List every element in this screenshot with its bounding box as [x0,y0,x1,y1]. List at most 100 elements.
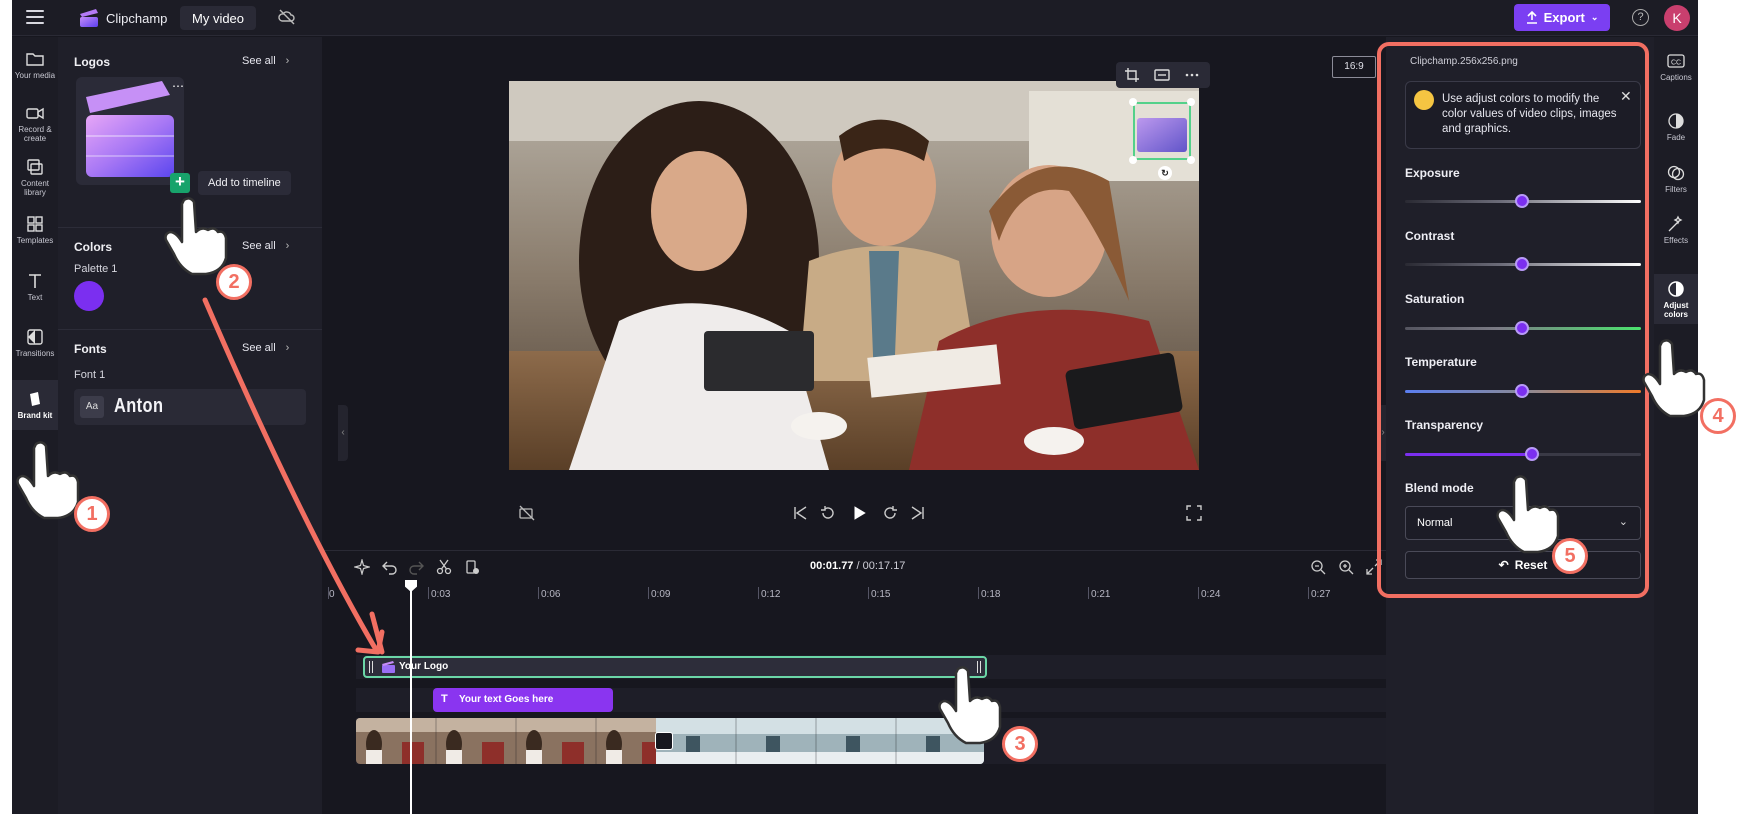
clipchamp-editor: Clipchamp My video Export ⌄ ? K Your med… [12,0,1698,814]
collapse-panel-icon[interactable]: ‹ [338,405,348,461]
resize-handle[interactable] [1187,156,1195,164]
rewind-5-icon[interactable] [820,505,836,521]
rail-text[interactable]: Text [12,272,58,308]
rail-filters[interactable]: Filters [1654,164,1698,198]
cloud-off-icon[interactable] [278,9,296,25]
rail-fade[interactable]: Fade [1654,112,1698,146]
transparency-slider-thumb[interactable] [1525,447,1539,461]
help-icon[interactable]: ? [1632,9,1649,26]
hamburger-menu-icon[interactable] [26,10,44,24]
font-card[interactable]: Aa Anton [74,389,306,425]
color-swatch[interactable] [74,281,104,311]
effects-icon [1668,215,1683,232]
transparency-slider[interactable] [1405,453,1641,456]
logo-clip-label: Your Logo [399,661,449,672]
contrast-slider-thumb[interactable] [1515,257,1529,271]
rail-transitions[interactable]: Transitions [12,328,58,366]
zoom-in-icon[interactable] [1338,559,1354,575]
colors-see-all-link[interactable]: See all › [242,240,289,252]
clipchamp-logo-image [86,81,174,177]
logos-see-all-link[interactable]: See all › [242,55,289,67]
transparency-label: Transparency [1405,418,1484,432]
transition-icon[interactable] [655,732,673,750]
magic-icon[interactable] [354,559,370,575]
fit-icon[interactable] [1154,67,1170,83]
logo-overlay-selection[interactable] [1133,102,1191,160]
saturation-slider-thumb[interactable] [1515,321,1529,335]
logo-thumbnail[interactable] [76,77,184,185]
ruler-label: 0:12 [761,589,781,600]
filters-icon [1667,165,1685,181]
rail-effects[interactable]: Effects [1654,215,1698,249]
step-badge-5: 5 [1552,538,1588,574]
rail-brand-kit[interactable]: Brand kit [12,380,58,430]
delete-icon[interactable] [464,559,480,575]
aspect-ratio-button[interactable]: 16:9 [1332,56,1376,78]
add-to-timeline-button[interactable]: + [170,173,190,193]
resize-handle[interactable] [1129,156,1137,164]
video-name-field[interactable]: My video [180,6,257,30]
export-button[interactable]: Export ⌄ [1514,4,1610,31]
top-bar: Clipchamp My video Export ⌄ ? K [12,0,1698,36]
redo-icon[interactable] [408,559,424,575]
fullscreen-icon[interactable] [1186,505,1202,521]
reset-label: Reset [1514,558,1548,572]
step-badge-1: 1 [74,496,110,532]
undo-icon[interactable] [382,559,398,575]
text-clip-icon: T [441,693,448,705]
resize-handle[interactable] [1187,98,1195,106]
add-to-timeline-tooltip: Add to timeline [198,171,291,195]
text-clip[interactable]: T Your text Goes here [433,688,613,712]
blend-mode-value: Normal [1417,517,1453,529]
camera-off-icon[interactable] [519,505,535,521]
emoji-icon [1414,90,1434,110]
blend-mode-select[interactable]: Normal ⌄ [1405,506,1641,540]
skip-back-icon[interactable] [792,505,808,521]
export-label: Export [1543,10,1585,25]
rail-content-library[interactable]: Content library [12,158,58,202]
ruler-label: 0:27 [1311,589,1331,600]
rotate-handle-icon[interactable]: ↻ [1158,166,1172,180]
skip-forward-icon[interactable] [910,505,926,521]
close-icon[interactable]: ✕ [1620,88,1632,105]
ruler-label: 0:06 [541,589,561,600]
rail-record-create[interactable]: Record & create [12,104,58,148]
svg-text:CC: CC [1671,60,1681,67]
rail-templates[interactable]: Templates [12,215,58,251]
rail-adjust-colors[interactable]: Adjust colors [1654,274,1698,324]
avatar[interactable]: K [1664,5,1690,31]
clip-right-handle[interactable] [977,661,981,673]
crop-icon[interactable] [1124,67,1140,83]
scissors-icon[interactable] [436,559,452,575]
forward-5-icon[interactable] [882,505,898,521]
blend-mode-label: Blend mode [1405,481,1474,495]
step-badge-4: 4 [1700,398,1736,434]
divider [58,227,322,228]
clipchamp-logo-icon [80,9,98,27]
font-sample-icon: Aa [80,396,104,418]
fit-timeline-icon[interactable] [1366,559,1382,575]
timeline-ruler[interactable]: 0 0:03 0:06 0:09 0:12 0:15 0:18 0:21 0:2… [322,583,1386,605]
temperature-slider-thumb[interactable] [1515,384,1529,398]
rail-your-media[interactable]: Your media [12,50,58,88]
zoom-out-icon[interactable] [1310,559,1326,575]
play-icon[interactable] [850,504,868,522]
playhead[interactable] [410,585,412,814]
clip-left-handle[interactable] [369,661,373,673]
logo-clip[interactable]: Your Logo [363,656,987,678]
more-options-icon[interactable]: ⋯ [172,79,184,93]
rail-label: Transitions [15,349,55,358]
exposure-slider-thumb[interactable] [1515,194,1529,208]
timeline-toolbar: 00:01.77 / 00:17.17 [322,551,1386,583]
fonts-see-all-link[interactable]: See all › [242,342,289,354]
reset-button[interactable]: ↶ Reset [1405,551,1641,579]
temperature-label: Temperature [1405,355,1477,369]
resize-handle[interactable] [1129,98,1137,106]
tip-text: Use adjust colors to modify the color va… [1442,93,1617,135]
ruler-label: 0:24 [1201,589,1221,600]
rail-captions[interactable]: CC Captions [1654,52,1698,86]
video-preview[interactable] [509,81,1199,470]
ruler-label: 0 [329,589,335,600]
more-options-icon[interactable] [1184,67,1200,83]
fonts-title: Fonts [74,342,107,356]
